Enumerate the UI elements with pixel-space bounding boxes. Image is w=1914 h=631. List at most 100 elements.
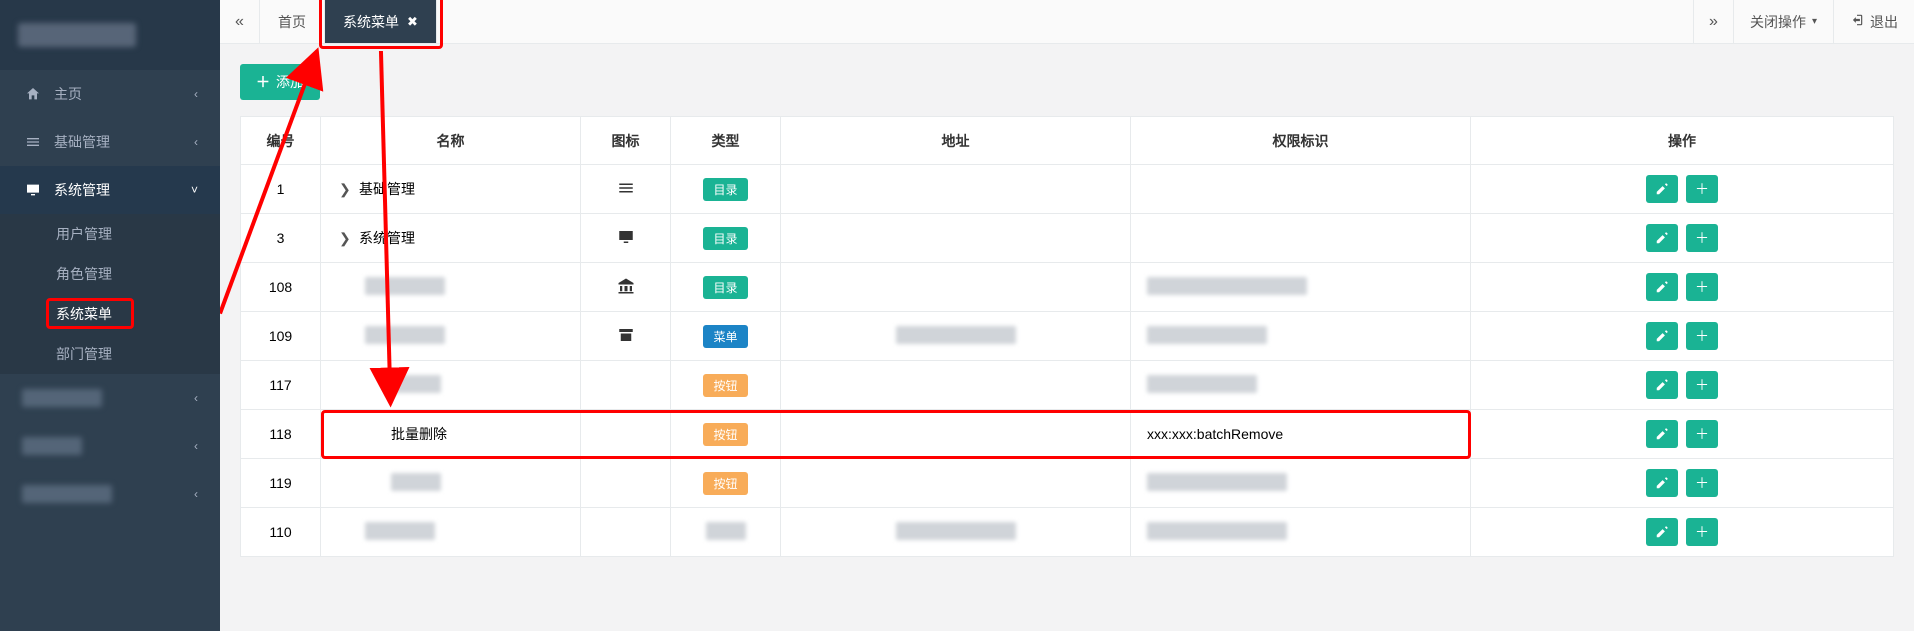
blur-placeholder bbox=[391, 375, 441, 393]
sidebar-item-home[interactable]: 主页 ‹ bbox=[0, 70, 220, 118]
add-child-button[interactable]: ＋ bbox=[1686, 273, 1718, 301]
edit-button[interactable] bbox=[1646, 420, 1678, 448]
edit-button[interactable] bbox=[1646, 518, 1678, 546]
th-perm: 权限标识 bbox=[1131, 117, 1471, 165]
sidebar-sub-role[interactable]: 角色管理 bbox=[0, 254, 220, 294]
caret-down-icon: ▾ bbox=[1812, 16, 1817, 27]
edit-button[interactable] bbox=[1646, 175, 1678, 203]
close-ops-label: 关闭操作 bbox=[1750, 12, 1806, 32]
sidebar-sub-dept[interactable]: 部门管理 bbox=[0, 334, 220, 374]
ops-group: ＋ bbox=[1479, 224, 1885, 252]
cell-addr bbox=[781, 508, 1131, 557]
edit-button[interactable] bbox=[1646, 469, 1678, 497]
cell-type: 菜单 bbox=[671, 312, 781, 361]
cell-addr bbox=[781, 459, 1131, 508]
cell-ops: ＋ bbox=[1471, 508, 1894, 557]
edit-button[interactable] bbox=[1646, 273, 1678, 301]
th-addr: 地址 bbox=[781, 117, 1131, 165]
sidebar: 主页 ‹ 基础管理 ‹ 系统管理 ˅ 用户管理 角色管理 bbox=[0, 0, 220, 631]
cell-icon bbox=[581, 410, 671, 459]
cell-addr bbox=[781, 410, 1131, 459]
monitor-icon bbox=[22, 182, 44, 198]
type-tag: 目录 bbox=[703, 227, 747, 250]
type-tag: 目录 bbox=[703, 276, 747, 299]
add-child-button[interactable]: ＋ bbox=[1686, 322, 1718, 350]
main: « 首页 系统菜单 ✖ » 关闭操作 ▾ bbox=[220, 0, 1914, 631]
cell-id: 3 bbox=[241, 214, 321, 263]
cell-name bbox=[321, 459, 581, 508]
tab-label: 首页 bbox=[278, 12, 306, 32]
add-child-button[interactable]: ＋ bbox=[1686, 175, 1718, 203]
tab-sysmenu[interactable]: 系统菜单 ✖ bbox=[325, 0, 437, 43]
add-button[interactable]: ＋ 添加 bbox=[240, 64, 320, 100]
edit-button[interactable] bbox=[1646, 224, 1678, 252]
sidebar-item-blur[interactable]: ‹ bbox=[0, 470, 220, 518]
cell-name: ❯ 系统管理 bbox=[321, 214, 581, 263]
table-row: 108目录＋ bbox=[241, 263, 1894, 312]
cell-id: 118 bbox=[241, 410, 321, 459]
table-row: 117按钮＋ bbox=[241, 361, 1894, 410]
cell-ops: ＋ bbox=[1471, 165, 1894, 214]
close-icon[interactable]: ✖ bbox=[407, 14, 418, 30]
ops-group: ＋ bbox=[1479, 322, 1885, 350]
add-child-button[interactable]: ＋ bbox=[1686, 420, 1718, 448]
th-name: 名称 bbox=[321, 117, 581, 165]
cell-perm bbox=[1131, 312, 1471, 361]
ops-group: ＋ bbox=[1479, 371, 1885, 399]
cell-name bbox=[321, 312, 581, 361]
type-tag: 按钮 bbox=[703, 423, 747, 446]
th-type: 类型 bbox=[671, 117, 781, 165]
cell-name-text: 系统管理 bbox=[359, 230, 415, 246]
blur-placeholder bbox=[365, 522, 435, 540]
add-child-button[interactable]: ＋ bbox=[1686, 469, 1718, 497]
cell-type: 目录 bbox=[671, 165, 781, 214]
tabs-scroll-right[interactable]: » bbox=[1693, 0, 1733, 43]
close-ops-dropdown[interactable]: 关闭操作 ▾ bbox=[1733, 0, 1833, 43]
blur-placeholder bbox=[706, 522, 746, 540]
chevron-left-icon: ‹ bbox=[194, 135, 198, 149]
ops-group: ＋ bbox=[1479, 175, 1885, 203]
add-button-label: 添加 bbox=[276, 72, 304, 92]
tab-home[interactable]: 首页 bbox=[260, 0, 325, 43]
exit-button[interactable]: 退出 bbox=[1833, 0, 1914, 43]
cell-name-text: 基础管理 bbox=[359, 181, 415, 197]
sidebar-item-blur[interactable]: ‹ bbox=[0, 374, 220, 422]
chevron-left-icon: ‹ bbox=[194, 87, 198, 101]
tabs-scroll-left[interactable]: « bbox=[220, 0, 260, 43]
logo-blur bbox=[18, 23, 136, 47]
expand-icon[interactable]: ❯ bbox=[339, 181, 351, 198]
th-icon: 图标 bbox=[581, 117, 671, 165]
blur-placeholder bbox=[22, 485, 112, 503]
add-child-button[interactable]: ＋ bbox=[1686, 371, 1718, 399]
cell-name bbox=[321, 361, 581, 410]
cell-addr bbox=[781, 165, 1131, 214]
expand-icon[interactable]: ❯ bbox=[339, 230, 351, 247]
tabbar-right: » 关闭操作 ▾ 退出 bbox=[1693, 0, 1914, 43]
type-tag: 目录 bbox=[703, 178, 747, 201]
sidebar-sub-label: 角色管理 bbox=[56, 264, 112, 284]
add-child-button[interactable]: ＋ bbox=[1686, 518, 1718, 546]
type-tag: 按钮 bbox=[703, 472, 747, 495]
double-chevron-left-icon: « bbox=[235, 13, 244, 31]
cell-type: 目录 bbox=[671, 214, 781, 263]
sidebar-item-system[interactable]: 系统管理 ˅ bbox=[0, 166, 220, 214]
cell-id: 109 bbox=[241, 312, 321, 361]
sidebar-sub-sysmenu[interactable]: 系统菜单 bbox=[0, 294, 220, 334]
tab-label: 系统菜单 bbox=[343, 12, 399, 32]
add-child-button[interactable]: ＋ bbox=[1686, 224, 1718, 252]
table-row: 3 ❯ 系统管理 目录 ＋ bbox=[241, 214, 1894, 263]
home-icon bbox=[22, 86, 44, 102]
blur-placeholder bbox=[1147, 375, 1257, 393]
sidebar-item-blur[interactable]: ‹ bbox=[0, 422, 220, 470]
ops-group: ＋ bbox=[1479, 518, 1885, 546]
cell-ops: ＋ bbox=[1471, 361, 1894, 410]
sidebar-sub-user[interactable]: 用户管理 bbox=[0, 214, 220, 254]
cell-name bbox=[321, 263, 581, 312]
sidebar-item-basic[interactable]: 基础管理 ‹ bbox=[0, 118, 220, 166]
edit-button[interactable] bbox=[1646, 322, 1678, 350]
edit-button[interactable] bbox=[1646, 371, 1678, 399]
cell-perm bbox=[1131, 459, 1471, 508]
sidebar-sub-label: 部门管理 bbox=[56, 344, 112, 364]
cell-id: 110 bbox=[241, 508, 321, 557]
logout-icon bbox=[1850, 13, 1864, 30]
